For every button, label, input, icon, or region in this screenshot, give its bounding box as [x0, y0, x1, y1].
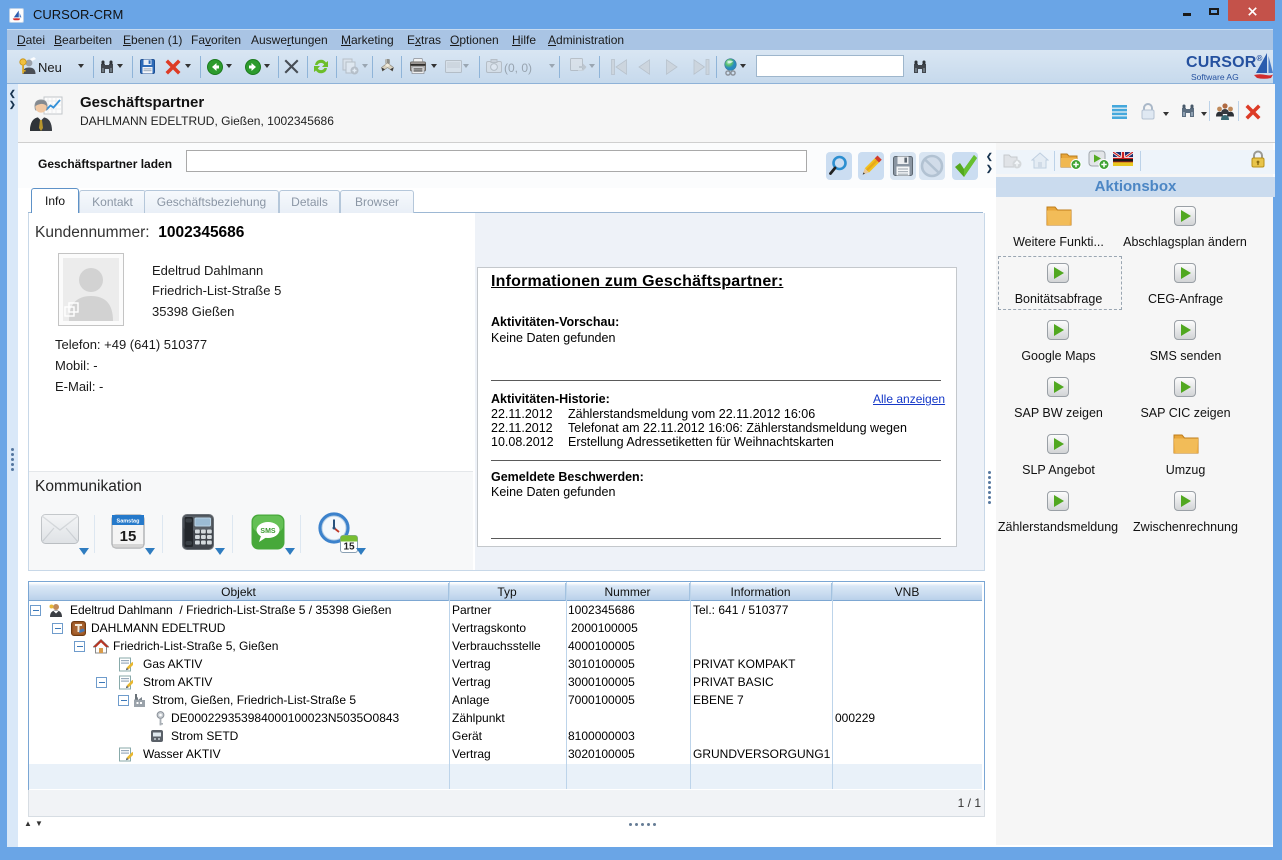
svg-text:SMS: SMS [260, 528, 276, 535]
svg-text:15: 15 [120, 528, 137, 545]
svg-text:15: 15 [343, 542, 355, 553]
svg-text:Samstag: Samstag [117, 519, 140, 525]
